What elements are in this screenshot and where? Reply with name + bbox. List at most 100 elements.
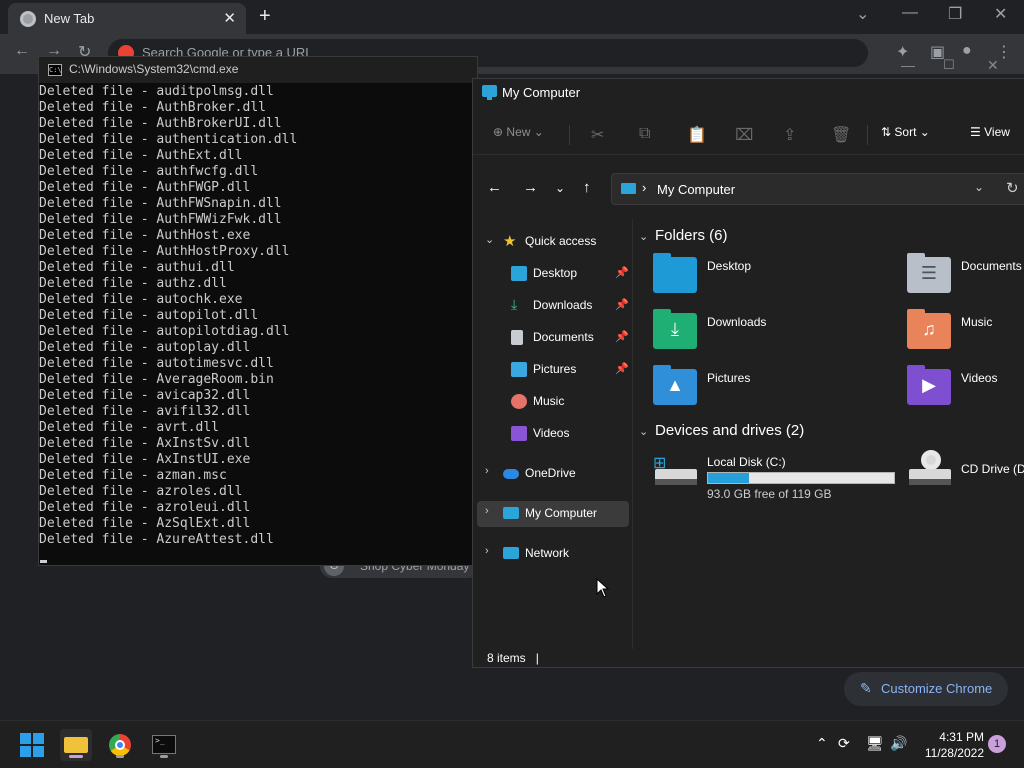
cmd-output-line: Deleted file - auditpolmsg.dll bbox=[39, 84, 274, 99]
folder-videos[interactable]: ▶ Videos bbox=[891, 365, 1024, 417]
cloud-icon bbox=[503, 469, 519, 479]
folder-pictures[interactable]: ▲ Pictures bbox=[637, 365, 887, 417]
nav-quick-access[interactable]: ⌄ ★ Quick access bbox=[477, 229, 629, 255]
share-icon[interactable]: ⇪ bbox=[783, 125, 796, 145]
cmd-output-line: Deleted file - azroles.dll bbox=[39, 484, 243, 499]
nav-item-videos[interactable]: Videos bbox=[477, 421, 629, 447]
nav-item-desktop[interactable]: Desktop 📌 bbox=[477, 261, 629, 287]
view-button[interactable]: ☰ View bbox=[970, 125, 1010, 139]
nav-label: Downloads bbox=[533, 298, 593, 312]
profile-icon[interactable]: ● bbox=[962, 42, 972, 60]
taskbar-chrome[interactable] bbox=[104, 729, 136, 761]
chevron-down-icon[interactable]: ⌄ bbox=[639, 230, 655, 243]
copy-icon[interactable]: ⧉ bbox=[639, 125, 650, 143]
documents-folder-icon: ☰ bbox=[907, 253, 951, 293]
folder-downloads[interactable]: ⤓ Downloads bbox=[637, 309, 887, 361]
sort-label: Sort bbox=[894, 125, 917, 139]
chevron-down-icon[interactable]: ⌄ bbox=[639, 425, 655, 438]
explorer-minimize-icon[interactable]: — bbox=[901, 57, 915, 73]
chevron-down-icon[interactable]: ⌄ bbox=[485, 233, 494, 246]
start-button[interactable] bbox=[16, 729, 48, 761]
network-icon[interactable]: 🖥 bbox=[866, 735, 884, 752]
folder-desktop[interactable]: Desktop bbox=[637, 253, 887, 305]
pin-icon[interactable]: 📌 bbox=[615, 330, 629, 343]
explorer-maximize-icon[interactable]: ☐ bbox=[943, 57, 955, 73]
taskbar-file-explorer[interactable] bbox=[60, 729, 92, 761]
divider bbox=[569, 125, 570, 145]
cut-icon[interactable]: ✂ bbox=[591, 125, 604, 145]
pictures-folder-icon: ▲ bbox=[653, 365, 697, 405]
cmd-titlebar[interactable]: C:\ C:\Windows\System32\cmd.exe bbox=[39, 57, 477, 83]
minimize-icon[interactable]: — bbox=[902, 4, 918, 22]
close-icon[interactable]: ✕ bbox=[994, 4, 1007, 24]
pictures-icon bbox=[511, 362, 527, 377]
cmd-window[interactable]: C:\ C:\Windows\System32\cmd.exe Deleted … bbox=[38, 56, 478, 566]
taskbar-terminal[interactable]: >_ bbox=[148, 729, 180, 761]
pin-icon[interactable]: 📌 bbox=[615, 266, 629, 279]
drive-local-disk-c[interactable]: ⊞ Local Disk (C:) 93.0 GB free of 119 GB bbox=[637, 453, 895, 503]
pin-icon[interactable]: 📌 bbox=[615, 298, 629, 311]
recent-locations-icon[interactable]: ⌄ bbox=[555, 181, 565, 195]
chrome-tab-new-tab[interactable]: New Tab ✕ bbox=[8, 3, 246, 34]
new-tab-button[interactable]: + bbox=[259, 5, 271, 28]
folder-documents[interactable]: ☰ Documents bbox=[891, 253, 1024, 305]
nav-item-my-computer[interactable]: › My Computer bbox=[477, 501, 629, 527]
address-bar[interactable]: › My Computer ⌄ ↻ bbox=[611, 173, 1024, 205]
clock-date: 11/28/2022 bbox=[924, 746, 984, 760]
volume-icon[interactable]: 🔊 bbox=[890, 735, 907, 752]
nav-item-music[interactable]: Music bbox=[477, 389, 629, 415]
paste-icon[interactable]: 📋 bbox=[687, 125, 707, 145]
nav-label: Documents bbox=[533, 330, 594, 344]
chevron-right-icon[interactable]: › bbox=[485, 505, 489, 517]
nav-label: Music bbox=[533, 394, 565, 408]
sort-button[interactable]: ⇅ Sort ⌄ bbox=[881, 125, 930, 139]
notification-badge[interactable]: 1 bbox=[988, 735, 1006, 753]
pencil-icon: ✎ bbox=[860, 680, 872, 696]
restore-icon[interactable]: ❐ bbox=[948, 4, 962, 24]
chevron-up-icon[interactable]: ⌃ bbox=[816, 735, 828, 752]
new-button[interactable]: ⊕ New ⌄ bbox=[493, 125, 544, 139]
videos-icon bbox=[511, 426, 527, 441]
address-dropdown-icon[interactable]: ⌄ bbox=[974, 180, 984, 194]
nav-item-downloads[interactable]: ⤓ Downloads 📌 bbox=[477, 293, 629, 319]
nav-item-documents[interactable]: Documents 📌 bbox=[477, 325, 629, 351]
cmd-output-line: Deleted file - AxInstSv.dll bbox=[39, 436, 251, 451]
folder-music[interactable]: ♫ Music bbox=[891, 309, 1024, 361]
rename-icon[interactable]: ⌧ bbox=[735, 125, 753, 145]
chevron-right-icon[interactable]: › bbox=[485, 465, 489, 477]
drives-group-header[interactable]: ⌄ Devices and drives (2) bbox=[639, 422, 804, 439]
forward-arrow-icon[interactable]: → bbox=[523, 179, 538, 196]
cmd-output-line: Deleted file - avifil32.dll bbox=[39, 404, 251, 419]
delete-icon[interactable]: 🗑 bbox=[831, 125, 851, 145]
sync-icon[interactable]: ⟳ bbox=[838, 735, 850, 752]
nav-item-pictures[interactable]: Pictures 📌 bbox=[477, 357, 629, 383]
drive-label: CD Drive (D:) bbox=[961, 462, 1024, 476]
explorer-titlebar[interactable]: My Computer bbox=[473, 79, 1024, 107]
nav-item-onedrive[interactable]: › OneDrive bbox=[477, 461, 629, 487]
chevron-right-icon[interactable]: › bbox=[642, 180, 646, 195]
back-icon[interactable]: ← bbox=[14, 42, 30, 60]
chevron-right-icon[interactable]: › bbox=[485, 545, 489, 557]
customize-chrome-button[interactable]: ✎ Customize Chrome bbox=[844, 672, 1008, 706]
cmd-title: C:\Windows\System32\cmd.exe bbox=[69, 62, 239, 76]
tab-close-icon[interactable]: ✕ bbox=[223, 9, 236, 27]
cmd-output[interactable]: Deleted file - auditpolmsg.dll Deleted fi… bbox=[39, 84, 477, 548]
up-arrow-icon[interactable]: ↑ bbox=[583, 179, 591, 196]
sort-icon: ⇅ bbox=[881, 125, 892, 139]
explorer-close-icon[interactable]: ✕ bbox=[987, 57, 999, 74]
explorer-window[interactable]: My Computer — ☐ ✕ ⊕ New ⌄ ✂ ⧉ 📋 ⌧ ⇪ 🗑 ⇅ … bbox=[472, 57, 1024, 668]
nav-item-network[interactable]: › Network bbox=[477, 541, 629, 567]
terminal-icon: >_ bbox=[152, 735, 176, 754]
drive-cd-drive-d[interactable]: CD Drive (D:) bbox=[891, 450, 1024, 503]
back-arrow-icon[interactable]: ← bbox=[487, 179, 502, 196]
folder-label: Videos bbox=[961, 371, 998, 385]
refresh-icon[interactable]: ↻ bbox=[1006, 179, 1019, 197]
tab-search-icon[interactable]: ⌄ bbox=[856, 4, 869, 24]
clock[interactable]: 4:31 PM 11/28/2022 bbox=[906, 729, 984, 761]
pin-icon[interactable]: 📌 bbox=[615, 362, 629, 375]
group-title: Devices and drives (2) bbox=[655, 422, 805, 439]
divider bbox=[867, 125, 868, 145]
nav-label: Pictures bbox=[533, 362, 577, 376]
folder-label: Desktop bbox=[707, 259, 752, 273]
folders-group-header[interactable]: ⌄ Folders (6) bbox=[639, 227, 728, 244]
